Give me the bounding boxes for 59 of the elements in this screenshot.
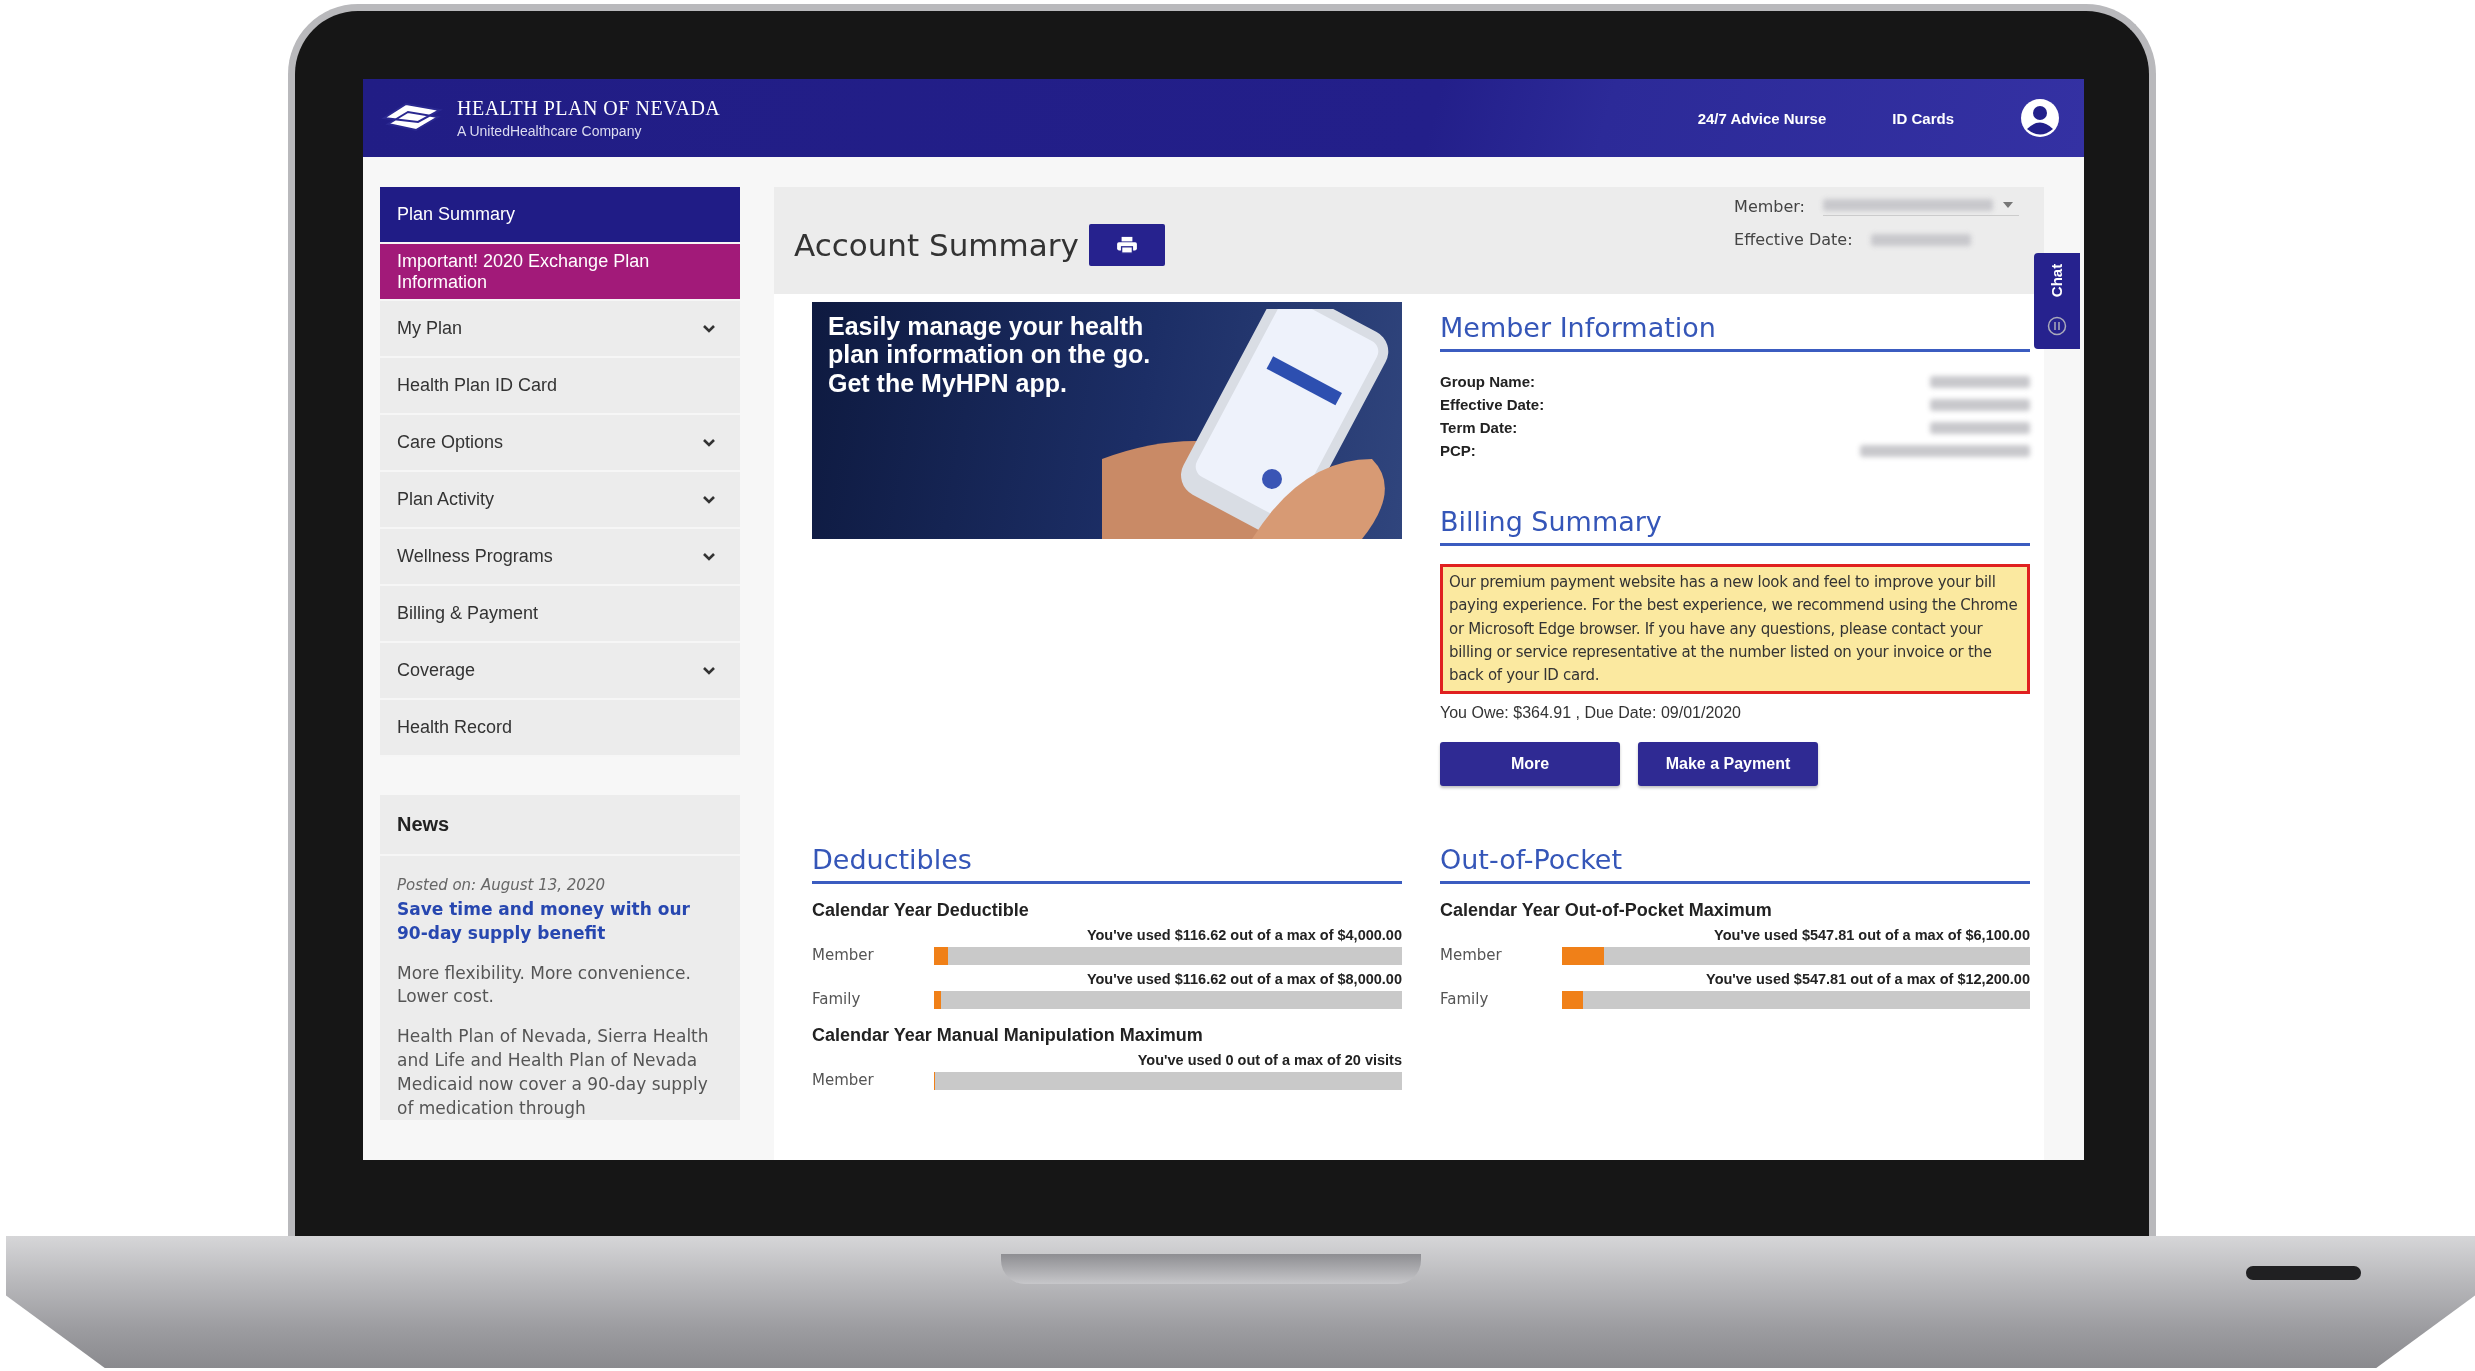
brand-tagline: A UnitedHealthcare Company — [457, 123, 643, 139]
member-label: Member: — [1734, 197, 1805, 216]
chevron-down-icon — [702, 437, 716, 448]
usage-text: You've used $547.81 out of a max of $6,100.00 — [1714, 927, 2030, 944]
usage-text: You've used 0 out of a max of 20 visits — [1137, 1052, 1402, 1069]
billing-button[interactable]: More — [1440, 742, 1620, 787]
chevron-down-icon — [702, 494, 716, 505]
section-title: Member Information — [1440, 302, 2030, 352]
field-label: Group Name: — [1440, 373, 1535, 390]
promo-text: Easily manage your health plan information on the go. Get the MyHPN app. — [828, 312, 1152, 397]
usage-heading: Calendar Year Manual Manipulation Maximum — [812, 1025, 1204, 1047]
amount-due-text: You Owe: $364.91 , Due Date: 09/01/2020 — [1440, 704, 1742, 723]
sidebar-item[interactable]: Care Options — [380, 415, 740, 472]
usage-label: Family — [812, 990, 862, 1010]
usage-heading: Calendar Year Deductible — [812, 900, 1030, 922]
sidebar-item[interactable]: Health Plan ID Card — [380, 358, 740, 415]
usage-text: You've used $116.62 out of a max of $8,000.00 — [1086, 971, 1402, 988]
user-icon[interactable] — [2020, 98, 2060, 138]
brand-name: HEALTH PLAN OF NEVADA — [457, 97, 721, 120]
billing-button[interactable]: Make a Payment — [1638, 742, 1818, 787]
news-headline-link[interactable]: Save time and money with our 90-day supply benefit — [397, 898, 723, 946]
news-title: News — [380, 795, 740, 856]
usage-label: Family — [1440, 990, 1490, 1010]
sidebar-item[interactable]: Plan Summary — [380, 187, 740, 244]
news-paragraph: Health Plan of Nevada, Sierra Health and Life and Health Plan of Nevada Medicaid now cover a 90-day supply of medication through — [397, 1025, 710, 1120]
news-paragraph: More flexibility. More convenience. Lower cost. — [397, 961, 692, 1009]
pause-icon — [2047, 315, 2067, 336]
field-label: PCP: — [1440, 442, 1476, 459]
sidebar-item[interactable]: Important! 2020 Exchange Plan Information — [380, 244, 740, 301]
sidebar-item[interactable]: My Plan — [380, 301, 740, 358]
post-date: Posted on: August 13, 2020 — [397, 876, 606, 894]
effective-date-label: Effective Date: — [1734, 230, 1853, 249]
printer-icon — [1115, 235, 1138, 254]
usage-label: Member — [1440, 946, 1503, 966]
chevron-down-icon — [702, 551, 716, 562]
chevron-down-icon — [702, 665, 716, 676]
field-label: Effective Date: — [1440, 396, 1545, 413]
print-button[interactable] — [1088, 223, 1165, 266]
field-label: Term Date: — [1440, 419, 1518, 436]
billing-notice: Our premium payment website has a new look and feel to improve your bill paying experience. For the best experience, we recommend using the Chrome or Microsoft Edge browser. If you have any questions, please contact your billing or service representative at the number listed on your invoice or the back of your ID card. — [1440, 564, 2030, 695]
usage-heading: Calendar Year Out-of-Pocket Maximum — [1440, 900, 1773, 922]
usage-label: Member — [812, 946, 875, 966]
sidebar-item[interactable]: Health Record — [380, 700, 740, 757]
header-link[interactable]: ID Cards — [1892, 109, 1954, 127]
sidebar-item[interactable]: Coverage — [380, 643, 740, 700]
section-title: Billing Summary — [1440, 496, 2030, 546]
section-title: Out-of-Pocket — [1440, 834, 2030, 885]
usage-text: You've used $547.81 out of a max of $12,200.00 — [1706, 971, 2030, 988]
sidebar-item[interactable]: Plan Activity — [380, 472, 740, 529]
page-title: Account Summary — [794, 226, 1079, 263]
usage-text: You've used $116.62 out of a max of $4,000.00 — [1086, 927, 1402, 944]
usage-label: Member — [812, 1071, 875, 1091]
chevron-down-icon — [702, 323, 716, 334]
section-title: Deductibles — [812, 834, 1402, 885]
caret-icon — [2003, 202, 2013, 208]
header-link[interactable]: 24/7 Advice Nurse — [1697, 109, 1827, 127]
chat-tab[interactable]: Chat — [2034, 253, 2080, 349]
sidebar-item[interactable]: Wellness Programs — [380, 529, 740, 586]
sidebar-item[interactable]: Billing & Payment — [380, 586, 740, 643]
